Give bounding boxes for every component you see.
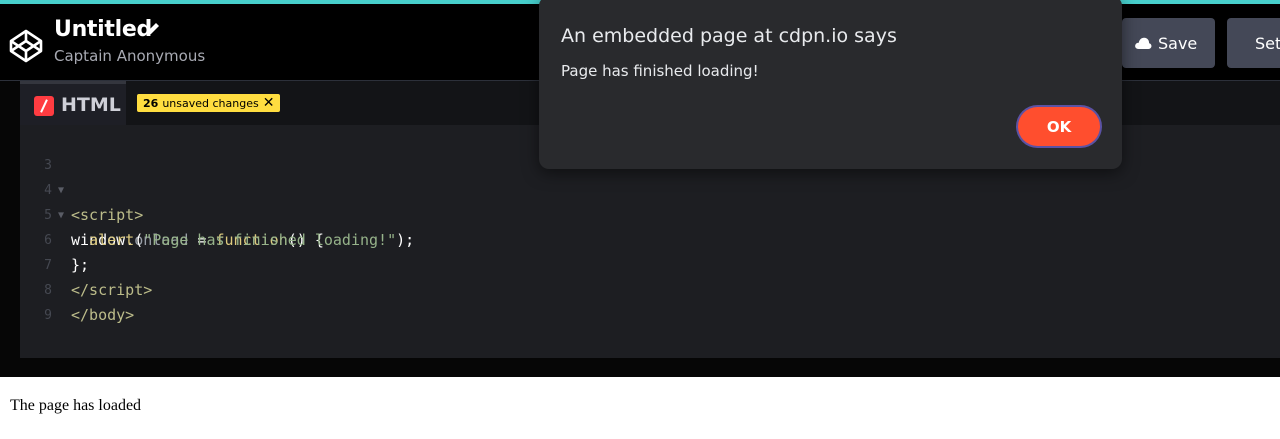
pen-title[interactable]: Untitled bbox=[54, 17, 152, 42]
result-preview: The page has loaded bbox=[0, 377, 1280, 439]
panel-resize-gutter[interactable] bbox=[0, 81, 20, 358]
save-button[interactable]: Save bbox=[1122, 18, 1215, 68]
code-text: alert("Page has finished loading!"); bbox=[89, 231, 415, 249]
close-icon[interactable]: ✕ bbox=[263, 96, 275, 110]
ok-button[interactable]: OK bbox=[1018, 107, 1100, 146]
code-line: 4 ▼ window.onload = function() { bbox=[20, 153, 324, 249]
code-line: 6 }; bbox=[20, 203, 89, 274]
code-line: 8 </body> bbox=[20, 253, 134, 324]
code-line: 3 ▼ <script> bbox=[20, 128, 143, 224]
code-text: </body> bbox=[71, 306, 135, 324]
code-text: </script> bbox=[71, 281, 153, 299]
tab-html-label: HTML bbox=[61, 94, 121, 116]
unsaved-changes-badge[interactable]: 26 unsaved changes ✕ bbox=[137, 94, 281, 112]
save-button-label: Save bbox=[1158, 33, 1198, 53]
code-text: <script> bbox=[71, 206, 144, 224]
unsaved-text: unsaved changes bbox=[162, 96, 259, 110]
pen-author[interactable]: Captain Anonymous bbox=[54, 47, 205, 65]
code-line: 9 bbox=[20, 278, 74, 323]
preview-text: The page has loaded bbox=[10, 397, 142, 414]
editor-resize-bar[interactable] bbox=[0, 358, 1280, 377]
codepen-logo-icon[interactable] bbox=[8, 28, 44, 64]
cloud-icon bbox=[1135, 37, 1152, 49]
alert-dialog: An embedded page at cdpn.io says Page ha… bbox=[539, 0, 1122, 169]
code-line: 7 </script> bbox=[20, 228, 152, 299]
dialog-title: An embedded page at cdpn.io says bbox=[561, 25, 897, 47]
edit-pencil-icon[interactable] bbox=[145, 21, 161, 37]
html-icon bbox=[34, 96, 54, 116]
settings-button-label: Settings bbox=[1255, 33, 1280, 53]
settings-button[interactable]: Settings bbox=[1227, 18, 1280, 68]
line-number: 9 bbox=[44, 308, 52, 323]
tab-html[interactable]: HTML bbox=[20, 81, 126, 125]
dialog-message: Page has finished loading! bbox=[561, 62, 759, 80]
code-line: 5 alert("Page has finished loading!"); bbox=[20, 178, 414, 249]
unsaved-count: 26 bbox=[143, 96, 159, 110]
